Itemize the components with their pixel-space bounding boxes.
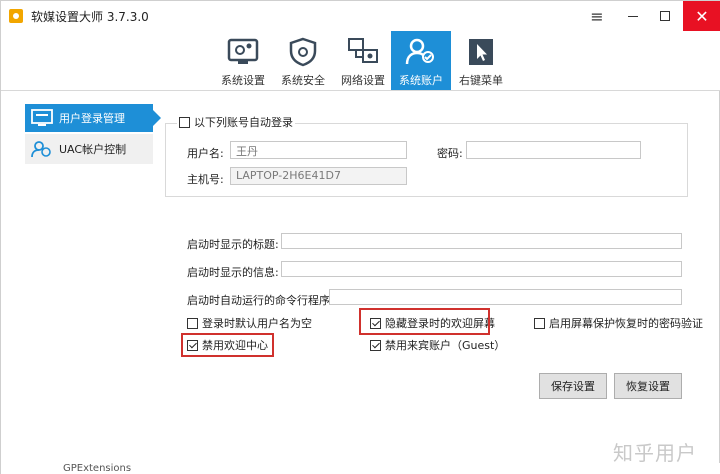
- sidebar-item-label: 用户登录管理: [59, 112, 125, 125]
- option-disable-guest[interactable]: 禁用来宾账户（Guest）: [370, 337, 505, 353]
- restore-settings-button[interactable]: 恢复设置: [614, 373, 682, 399]
- option-screensaver-password[interactable]: 启用屏幕保护恢复时的密码验证: [534, 315, 703, 331]
- autologin-checkbox-label: 以下列账号自动登录: [194, 116, 293, 129]
- checkbox-box[interactable]: [370, 339, 381, 351]
- close-button[interactable]: ✕: [683, 1, 720, 31]
- tab-system-security[interactable]: 系统安全: [273, 31, 333, 90]
- window-title: 软媒设置大师 3.7.3.0: [31, 10, 149, 24]
- minimize-button[interactable]: [615, 1, 651, 31]
- cursor-icon: [469, 39, 493, 65]
- user-account-icon: [405, 38, 434, 65]
- app-logo-icon: [9, 9, 23, 23]
- tab-label: 系统设置: [221, 74, 265, 87]
- tab-label: 网络设置: [341, 74, 385, 87]
- option-blank-username[interactable]: 登录时默认用户名为空: [187, 315, 312, 331]
- close-icon: ✕: [695, 6, 709, 26]
- username-label: 用户名:: [187, 147, 224, 160]
- startup-command-field[interactable]: [329, 289, 682, 305]
- autologin-group: [165, 123, 688, 197]
- save-settings-button[interactable]: 保存设置: [539, 373, 607, 399]
- shield-gear-icon: [289, 37, 317, 67]
- sidebar-item-uac-control[interactable]: UAC帐户控制: [25, 134, 153, 164]
- checkbox-box[interactable]: [179, 116, 190, 128]
- title-bar: 软媒设置大师 3.7.3.0 ≡ ✕: [1, 1, 720, 31]
- option-label: 登录时默认用户名为空: [202, 317, 312, 330]
- network-icon: [348, 38, 378, 63]
- tab-network-settings[interactable]: 网络设置: [333, 31, 393, 90]
- minimize-icon: [628, 15, 638, 17]
- startup-title-field[interactable]: [281, 233, 682, 249]
- password-label: 密码:: [437, 147, 463, 160]
- startup-command-label: 启动时自动运行的命令行程序:: [187, 294, 334, 307]
- menu-icon[interactable]: ≡: [579, 1, 615, 31]
- startup-message-field[interactable]: [281, 261, 682, 277]
- monitor-login-icon: [31, 109, 53, 126]
- tab-label: 右键菜单: [459, 74, 503, 87]
- watermark: 知乎用户: [613, 441, 697, 465]
- tab-context-menu[interactable]: 右键菜单: [451, 31, 511, 90]
- autologin-checkbox[interactable]: 以下列账号自动登录: [177, 114, 295, 130]
- hostname-label: 主机号:: [187, 173, 224, 186]
- sidebar-item-label: UAC帐户控制: [59, 143, 127, 156]
- hostname-field: LAPTOP-2H6E41D7: [230, 167, 407, 185]
- startup-message-label: 启动时显示的信息:: [187, 266, 279, 279]
- tab-label: 系统账户: [399, 74, 443, 87]
- startup-title-label: 启动时显示的标题:: [187, 238, 279, 251]
- tab-label: 系统安全: [281, 74, 325, 87]
- system-settings-icon: [227, 38, 259, 64]
- background-fragment-text: GPExtensions: [63, 463, 132, 474]
- maximize-button[interactable]: [647, 1, 683, 31]
- username-field[interactable]: 王丹: [230, 141, 407, 159]
- checkbox-box[interactable]: [187, 317, 198, 329]
- sidebar-item-login-management[interactable]: 用户登录管理: [25, 104, 161, 132]
- option-label: 禁用来宾账户（Guest）: [385, 339, 506, 352]
- app-window: 软媒设置大师 3.7.3.0 ≡ ✕ 系统设置 系统安全 网络设置 系统账户 右…: [0, 0, 720, 474]
- password-field[interactable]: [466, 141, 641, 159]
- top-tab-bar: 系统设置 系统安全 网络设置 系统账户 右键菜单: [1, 31, 720, 91]
- background-window-fragment: GPExtensions: [1, 463, 720, 474]
- maximize-icon: [660, 11, 670, 21]
- uac-users-icon: [31, 141, 51, 158]
- tab-system-settings[interactable]: 系统设置: [213, 31, 273, 90]
- tab-system-accounts[interactable]: 系统账户: [391, 31, 451, 90]
- option-label: 启用屏幕保护恢复时的密码验证: [549, 317, 703, 330]
- highlight-annotation: [359, 308, 490, 335]
- checkbox-box[interactable]: [534, 317, 545, 329]
- highlight-annotation: [181, 333, 274, 357]
- sidebar: 用户登录管理 UAC帐户控制: [25, 104, 161, 164]
